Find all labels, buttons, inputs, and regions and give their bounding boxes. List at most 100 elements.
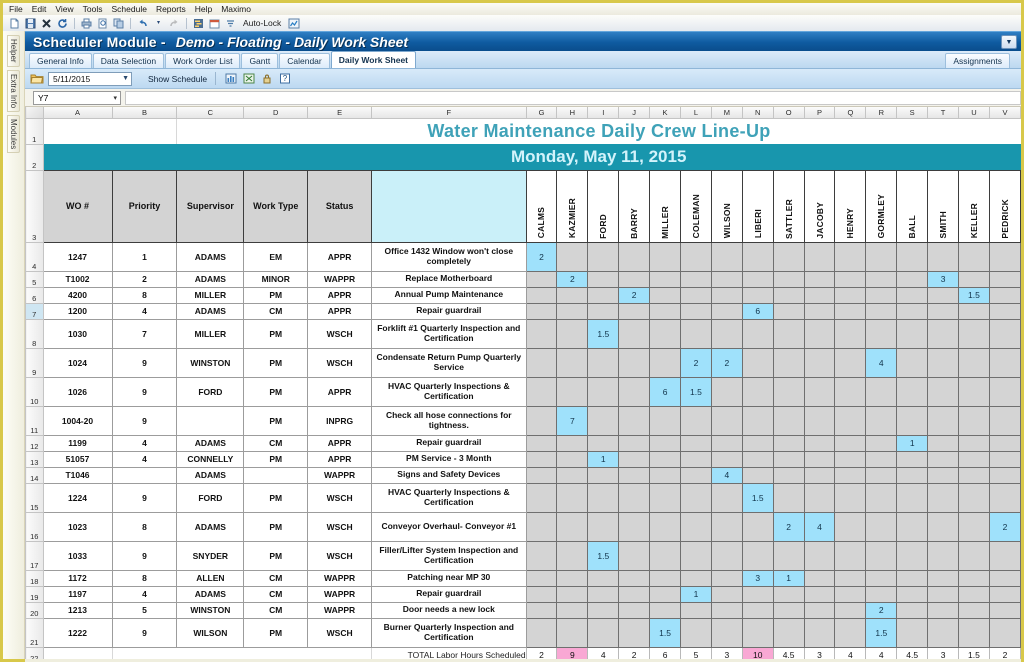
table-row[interactable]: 412471ADAMSEMAPPROffice 1432 Window won'… <box>26 242 1021 271</box>
cell-hours-kazmier[interactable] <box>557 348 588 377</box>
cell-hours-smith[interactable] <box>928 541 959 570</box>
cell-wo[interactable]: 51057 <box>43 451 112 467</box>
cell-hours-ford[interactable] <box>588 618 619 647</box>
cell-hours-keller[interactable] <box>959 406 990 435</box>
cell-description[interactable]: HVAC Quarterly Inspections & Certificati… <box>372 377 527 406</box>
row-header-2[interactable]: 2 <box>26 144 44 170</box>
cell-work-type[interactable]: PM <box>244 618 308 647</box>
cell-hours-gormley[interactable] <box>866 377 897 406</box>
cell-hours-smith[interactable] <box>928 467 959 483</box>
cell-hours-sattler[interactable] <box>773 467 804 483</box>
cell-hours-keller[interactable] <box>959 319 990 348</box>
cell-hours-sattler[interactable] <box>773 287 804 303</box>
cell-description[interactable]: Condensate Return Pump Quarterly Service <box>372 348 527 377</box>
cell-hours-jacoby[interactable] <box>804 483 835 512</box>
cell-hours-liberi[interactable] <box>742 451 773 467</box>
cell-hours-sattler[interactable] <box>773 271 804 287</box>
cell-work-type[interactable]: PM <box>244 319 308 348</box>
cell-hours-ball[interactable] <box>897 319 928 348</box>
chevron-down-icon[interactable]: ▾ <box>113 94 117 102</box>
column-header-n[interactable]: N <box>742 107 773 118</box>
cell-hours-coleman[interactable] <box>681 319 712 348</box>
cell-hours-henry[interactable] <box>835 541 866 570</box>
cell-wo[interactable]: 1033 <box>43 541 112 570</box>
cell-supervisor[interactable]: ADAMS <box>177 586 244 602</box>
cell-work-type[interactable]: PM <box>244 348 308 377</box>
auto-lock-label[interactable]: Auto-Lock <box>240 18 284 28</box>
cell-hours-pedrick[interactable] <box>989 570 1020 586</box>
cell-hours-kazmier[interactable] <box>557 618 588 647</box>
cell-hours-wilson[interactable] <box>711 512 742 541</box>
cell-hours-miller[interactable] <box>650 435 681 451</box>
cell-hours-sattler[interactable] <box>773 602 804 618</box>
cell-hours-henry[interactable] <box>835 586 866 602</box>
cell-hours-smith[interactable] <box>928 512 959 541</box>
cell-status[interactable]: WSCH <box>308 483 372 512</box>
cell-hours-gormley[interactable] <box>866 406 897 435</box>
cell-hours-henry[interactable] <box>835 303 866 319</box>
cell-hours-gormley[interactable] <box>866 451 897 467</box>
cell-hours-miller[interactable] <box>650 319 681 348</box>
cell-supervisor[interactable]: SNYDER <box>177 541 244 570</box>
cell-hours-miller[interactable] <box>650 348 681 377</box>
cell-work-type[interactable]: MINOR <box>244 271 308 287</box>
cell-hours-barry[interactable] <box>619 512 650 541</box>
cell-hours-liberi[interactable] <box>742 348 773 377</box>
cell-work-type[interactable]: PM <box>244 512 308 541</box>
cell-hours-wilson[interactable] <box>711 271 742 287</box>
cell-status[interactable]: WSCH <box>308 618 372 647</box>
cell-hours-jacoby[interactable] <box>804 602 835 618</box>
cell-hours-calms[interactable] <box>526 618 557 647</box>
cell-hours-wilson[interactable] <box>711 287 742 303</box>
column-header-t[interactable]: T <box>928 107 959 118</box>
cell-hours-sattler[interactable] <box>773 242 804 271</box>
cell-hours-jacoby[interactable] <box>804 377 835 406</box>
cell-wo[interactable]: 1222 <box>43 618 112 647</box>
cell-supervisor[interactable]: ADAMS <box>177 271 244 287</box>
cell-supervisor[interactable]: FORD <box>177 483 244 512</box>
cell-hours-jacoby[interactable] <box>804 467 835 483</box>
tab-data-selection[interactable]: Data Selection <box>93 53 164 68</box>
row-header-1[interactable]: 1 <box>26 118 44 144</box>
cell-wo[interactable]: 1026 <box>43 377 112 406</box>
column-header-d[interactable]: D <box>244 107 308 118</box>
cell-hours-wilson[interactable] <box>711 319 742 348</box>
name-box[interactable]: Y7 ▾ <box>33 91 121 105</box>
cell-work-type[interactable]: CM <box>244 435 308 451</box>
cell-hours-ball[interactable] <box>897 602 928 618</box>
cell-description[interactable]: Burner Quarterly Inspection and Certific… <box>372 618 527 647</box>
cell-priority[interactable]: 8 <box>112 512 177 541</box>
cell-hours-smith[interactable] <box>928 570 959 586</box>
cell-hours-miller[interactable] <box>650 541 681 570</box>
cell-hours-gormley[interactable] <box>866 242 897 271</box>
cell-status[interactable]: APPR <box>308 287 372 303</box>
cell-description[interactable]: Repair guardrail <box>372 586 527 602</box>
cell-hours-barry[interactable]: 2 <box>619 287 650 303</box>
cell-hours-wilson[interactable]: 4 <box>711 467 742 483</box>
cell-priority[interactable]: 9 <box>112 541 177 570</box>
cell-hours-gormley[interactable] <box>866 586 897 602</box>
sidebar-tab-modules[interactable]: Modules <box>7 115 20 153</box>
cell-hours-kazmier[interactable] <box>557 435 588 451</box>
cell-hours-liberi[interactable] <box>742 586 773 602</box>
cell-hours-ford[interactable] <box>588 435 619 451</box>
row-header-3[interactable]: 3 <box>26 170 44 242</box>
cell-hours-calms[interactable] <box>526 303 557 319</box>
cell-hours-coleman[interactable] <box>681 303 712 319</box>
cell-hours-kazmier[interactable] <box>557 451 588 467</box>
cell-hours-wilson[interactable] <box>711 377 742 406</box>
cell-supervisor[interactable]: MILLER <box>177 287 244 303</box>
cell-hours-smith[interactable] <box>928 287 959 303</box>
cell-hours-coleman[interactable] <box>681 435 712 451</box>
cell-hours-keller[interactable] <box>959 570 990 586</box>
cell-status[interactable]: WSCH <box>308 319 372 348</box>
cell-hours-liberi[interactable] <box>742 541 773 570</box>
cell-hours-gormley[interactable] <box>866 483 897 512</box>
cell-priority[interactable]: 9 <box>112 406 177 435</box>
cell-hours-smith[interactable]: 3 <box>928 271 959 287</box>
cell-hours-henry[interactable] <box>835 483 866 512</box>
filter-icon[interactable] <box>224 17 237 30</box>
cell-hours-miller[interactable]: 6 <box>650 377 681 406</box>
cell-priority[interactable]: 9 <box>112 618 177 647</box>
cell-wo[interactable]: 4200 <box>43 287 112 303</box>
